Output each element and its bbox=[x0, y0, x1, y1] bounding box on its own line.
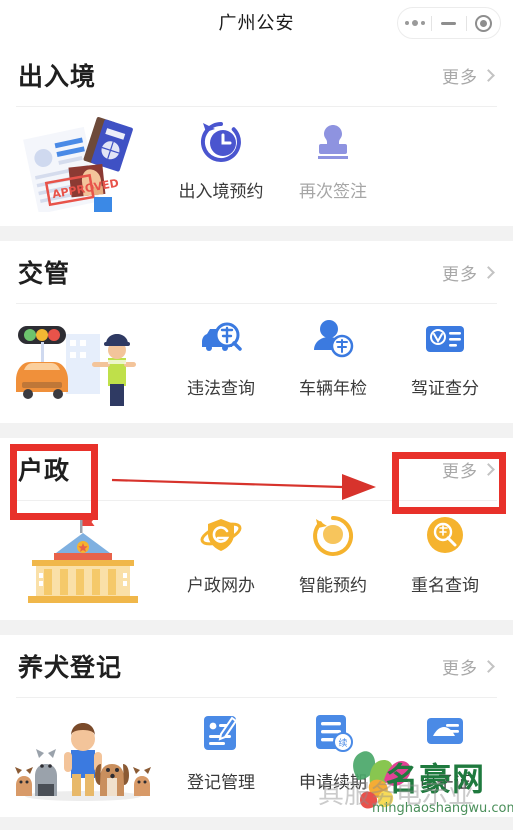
chevron-right-icon bbox=[482, 265, 495, 279]
more-link-dog-registration[interactable]: 更多 bbox=[440, 648, 495, 685]
section-body: APPROVED 出入境预约 再次签注 bbox=[0, 107, 513, 226]
section-traffic: 交管 更多 违法查询 车辆年检 驾证查分 bbox=[0, 241, 513, 423]
document-renew-icon: 续 bbox=[308, 708, 358, 758]
dog-puppy-left bbox=[14, 767, 33, 796]
dog-beagle bbox=[94, 764, 129, 796]
section-body: 登记管理 续 申请续期 电子证 bbox=[0, 698, 513, 817]
e-globe-shield-icon bbox=[196, 511, 246, 561]
close-button[interactable] bbox=[467, 8, 500, 38]
tile-row: 出入境预约 再次签注 bbox=[165, 117, 513, 202]
more-label: 更多 bbox=[442, 658, 478, 678]
tile-violation-query[interactable]: 违法查询 bbox=[165, 314, 277, 399]
tile-label: 再次签注 bbox=[299, 182, 367, 201]
tile-electronic-certificate[interactable]: 电子证 bbox=[389, 708, 501, 793]
section-title: 养犬登记 bbox=[18, 654, 123, 682]
section-title: 交管 bbox=[18, 260, 71, 288]
tile-vehicle-inspection[interactable]: 车辆年检 bbox=[277, 314, 389, 399]
section-household: 户政 更多 户政网办 智能预约 重名查询 bbox=[0, 438, 513, 620]
person-with-dogs-illustration bbox=[0, 708, 165, 803]
section-header: 交管 更多 bbox=[0, 241, 513, 303]
tile-renewal-application[interactable]: 续 申请续期 bbox=[277, 708, 389, 793]
section-header: 出入境 更多 bbox=[0, 44, 513, 106]
tile-exit-entry-appointment[interactable]: 出入境预约 bbox=[165, 117, 277, 202]
minimize-icon bbox=[441, 21, 457, 25]
section-header: 养犬登记 更多 bbox=[0, 635, 513, 697]
dog-puppy-right bbox=[132, 767, 151, 796]
more-link-traffic[interactable]: 更多 bbox=[440, 254, 495, 291]
tile-label: 违法查询 bbox=[187, 379, 255, 398]
top-bar: 广州公安 bbox=[0, 0, 513, 44]
tile-household-online[interactable]: 户政网办 bbox=[165, 511, 277, 596]
passport-documents-illustration: APPROVED bbox=[0, 117, 165, 212]
tile-row: 违法查询 车辆年检 驾证查分 bbox=[165, 314, 513, 399]
tile-label: 出入境预约 bbox=[178, 182, 264, 201]
tile-label: 户政网办 bbox=[187, 576, 255, 595]
app-screen: 广州公安 出入境 更多 APPROVED 出入境预约 再次签注 交管 更多 违法… bbox=[0, 0, 513, 830]
tile-label: 驾证查分 bbox=[411, 379, 479, 398]
tile-label: 申请续期 bbox=[299, 773, 367, 792]
tile-re-endorsement[interactable]: 再次签注 bbox=[277, 117, 389, 202]
chevron-right-icon bbox=[482, 68, 495, 82]
page-title: 广州公安 bbox=[218, 13, 295, 33]
more-link-household[interactable]: 更多 bbox=[440, 451, 495, 488]
minimize-button[interactable] bbox=[432, 8, 465, 38]
section-gap bbox=[0, 226, 513, 241]
chevron-right-icon bbox=[482, 659, 495, 673]
more-label: 更多 bbox=[442, 264, 478, 284]
more-dots-button[interactable] bbox=[398, 8, 431, 38]
miniprogram-capsule bbox=[397, 7, 501, 39]
tile-smart-appointment[interactable]: 智能预约 bbox=[277, 511, 389, 596]
dog-grey bbox=[34, 749, 57, 796]
tile-registration-management[interactable]: 登记管理 bbox=[165, 708, 277, 793]
tile-label: 车辆年检 bbox=[299, 379, 367, 398]
clock-refresh-icon bbox=[196, 117, 246, 167]
section-gap bbox=[0, 620, 513, 635]
svg-text:续: 续 bbox=[338, 737, 347, 749]
chevron-right-icon bbox=[482, 462, 495, 476]
license-card-icon bbox=[420, 314, 470, 364]
refresh-circle-icon bbox=[308, 511, 358, 561]
tile-row: 户政网办 智能预约 重名查询 bbox=[165, 511, 513, 596]
more-label: 更多 bbox=[442, 67, 478, 87]
car-search-icon bbox=[196, 314, 246, 364]
section-dog-registration: 养犬登记 更多 登记管理 续 申请续期 电子证 bbox=[0, 635, 513, 817]
person-year-icon bbox=[308, 314, 358, 364]
section-body: 违法查询 车辆年检 驾证查分 bbox=[0, 304, 513, 423]
section-title: 户政 bbox=[18, 457, 71, 485]
name-search-icon bbox=[420, 511, 470, 561]
more-label: 更多 bbox=[442, 461, 478, 481]
traffic-police-car-illustration bbox=[0, 314, 165, 409]
document-edit-icon bbox=[196, 708, 246, 758]
section-title: 出入境 bbox=[18, 63, 97, 91]
target-circle-icon bbox=[474, 14, 492, 32]
section-body: 户政网办 智能预约 重名查询 bbox=[0, 501, 513, 620]
tile-license-points[interactable]: 驾证查分 bbox=[389, 314, 501, 399]
document-certificate-icon bbox=[420, 708, 470, 758]
tile-label: 电子证 bbox=[419, 773, 471, 792]
tile-row: 登记管理 续 申请续期 电子证 bbox=[165, 708, 513, 793]
tile-label: 重名查询 bbox=[411, 576, 479, 595]
more-dots-icon bbox=[404, 20, 425, 26]
tile-label: 智能预约 bbox=[299, 576, 367, 595]
section-header: 户政 更多 bbox=[0, 438, 513, 500]
more-link-exit-entry[interactable]: 更多 bbox=[440, 57, 495, 94]
tile-duplicate-name-query[interactable]: 重名查询 bbox=[389, 511, 501, 596]
section-exit-entry: 出入境 更多 APPROVED 出入境预约 再次签注 bbox=[0, 44, 513, 226]
tile-label: 登记管理 bbox=[187, 773, 255, 792]
government-building-illustration bbox=[0, 511, 165, 606]
section-gap bbox=[0, 423, 513, 438]
stamp-icon bbox=[308, 117, 358, 167]
